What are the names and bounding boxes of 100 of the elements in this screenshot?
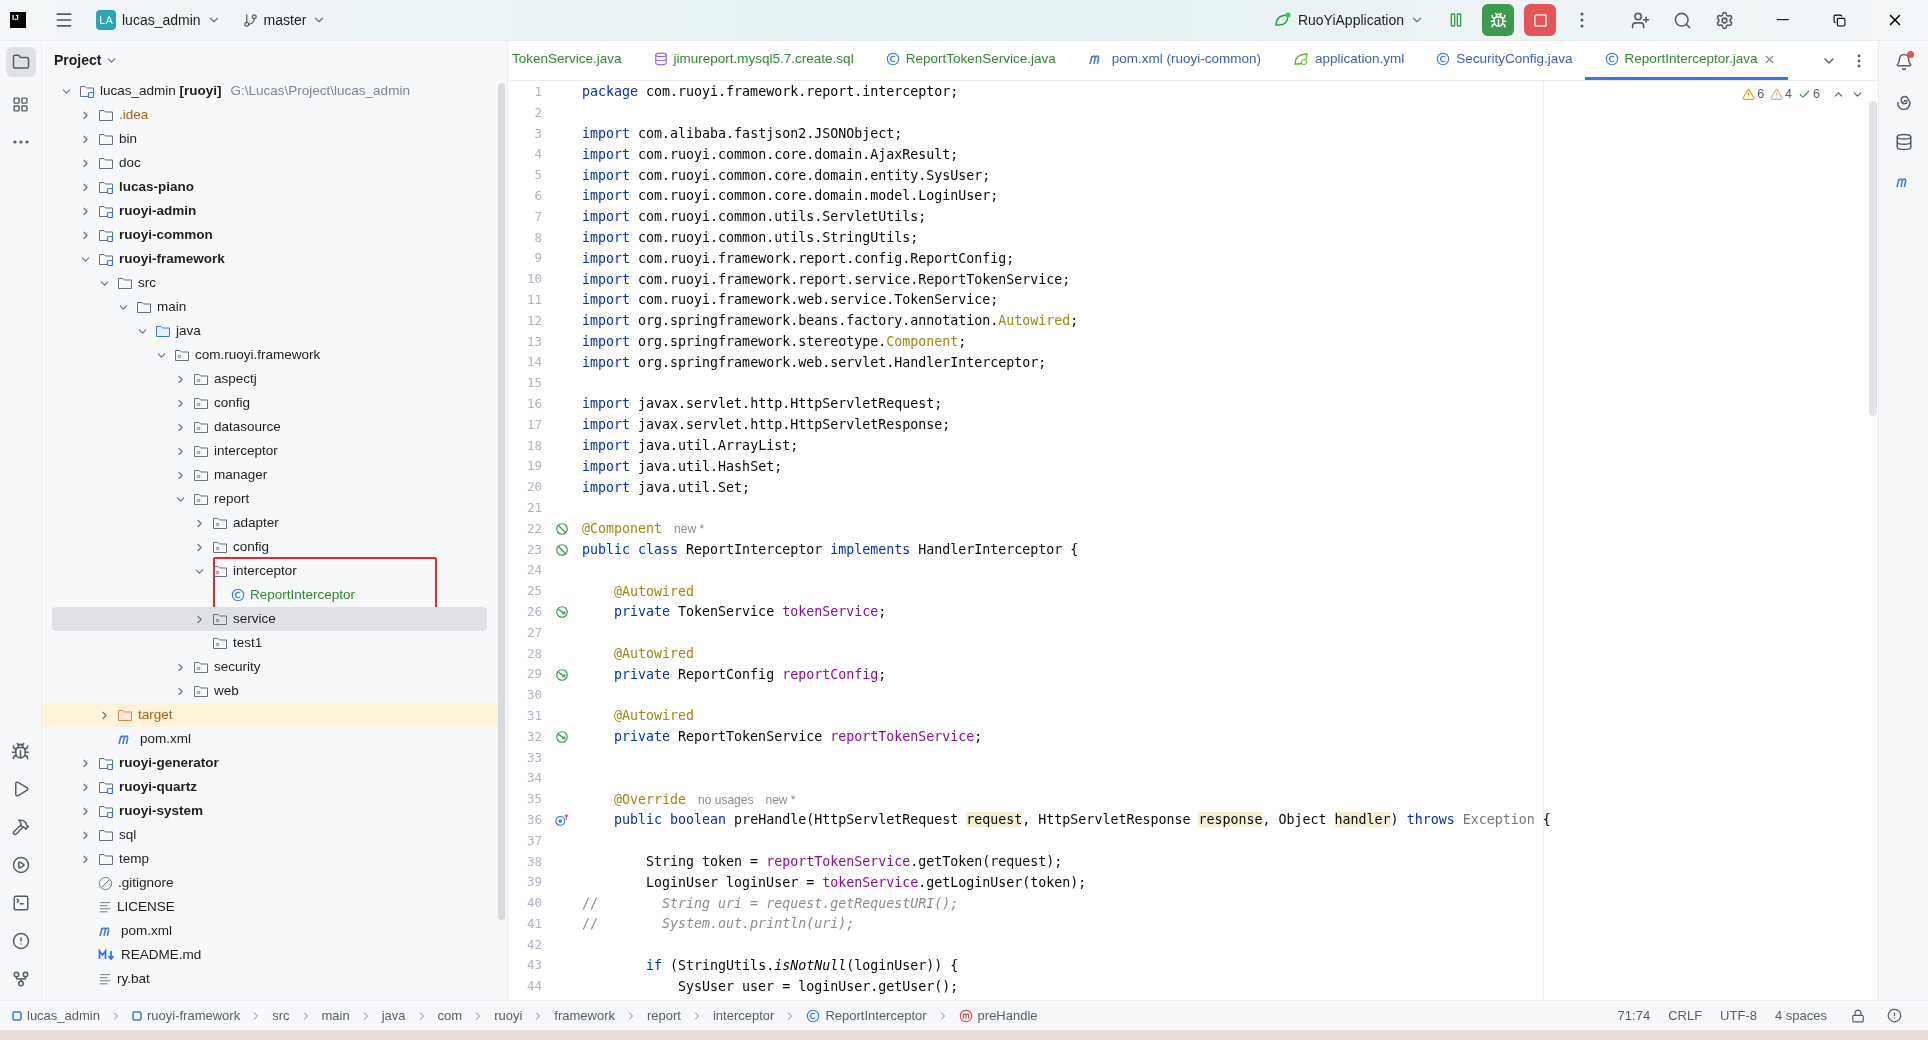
file-encoding[interactable]: UTF-8 <box>1720 1005 1757 1026</box>
tree-row[interactable]: com.ruoyi.framework <box>42 343 497 367</box>
folder-icon <box>11 53 30 71</box>
rerun-button[interactable] <box>1482 4 1514 36</box>
warnings-count[interactable]: 6 <box>1742 85 1765 104</box>
breadcrumb-item[interactable]: interceptor <box>713 1005 775 1026</box>
branch-selector[interactable]: master <box>236 5 333 35</box>
tree-row[interactable]: aspectj <box>42 367 497 391</box>
tree-row[interactable]: ReportInterceptor <box>42 583 435 607</box>
code-line: private ReportConfig reportConfig; <box>613 665 887 684</box>
warning-icon <box>1742 87 1756 101</box>
tree-row[interactable]: ruoyi-system <box>42 799 497 823</box>
line-number: 13 <box>525 332 542 351</box>
breadcrumb-item[interactable]: ruoyi <box>494 1005 523 1026</box>
breadcrumb-item[interactable]: com <box>437 1005 463 1026</box>
tree-row[interactable]: src <box>42 271 497 295</box>
tree-row[interactable]: service <box>52 607 487 631</box>
tree-row[interactable]: lucas_admin [ruoyi] G:\Lucas\Project\lucas_admin <box>42 79 497 103</box>
tree-row[interactable]: test1 <box>42 631 497 655</box>
line-number: 41 <box>525 914 542 933</box>
tree-row[interactable]: ry.bat <box>42 967 497 991</box>
breadcrumb-item[interactable]: ruoyi-framework <box>147 1005 241 1026</box>
spring-leaf-icon <box>1293 52 1309 66</box>
editor-tab[interactable]: jimureport.mysql5.7.create.sql <box>633 41 866 80</box>
project-tool-button[interactable] <box>5 47 36 77</box>
editor-scrollbar-thumb[interactable] <box>1869 101 1877 416</box>
tree-row[interactable]: doc <box>42 151 497 175</box>
tree-row[interactable]: manager <box>42 463 497 487</box>
tree-row[interactable]: config <box>42 535 497 559</box>
line-number: 43 <box>525 956 542 975</box>
tree-row[interactable]: ruoyi-common <box>42 223 497 247</box>
tree-row[interactable]: sql <box>42 823 497 847</box>
tree-row[interactable]: main <box>42 295 497 319</box>
code-line: @Autowired <box>613 582 695 601</box>
breadcrumb-item[interactable]: main <box>321 1005 350 1026</box>
code-line: import com.ruoyi.common.core.domain.AjaxResult; <box>582 145 959 164</box>
tree-row[interactable]: .idea <box>42 103 497 127</box>
tree-label: interceptor <box>233 561 297 580</box>
tree-row[interactable]: .gitignore <box>42 871 497 895</box>
tree-row[interactable]: interceptor <box>42 559 435 583</box>
breadcrumb-item[interactable]: preHandle <box>977 1005 1038 1026</box>
tree-label: ruoyi-generator <box>119 753 219 772</box>
tree-label: temp <box>119 849 149 868</box>
indent-setting[interactable]: 4 spaces <box>1774 1005 1827 1026</box>
weak-warnings-count[interactable]: 4 <box>1770 85 1793 104</box>
tree-row[interactable]: temp <box>42 847 497 871</box>
line-number: 29 <box>525 665 542 684</box>
editor-tab[interactable]: application.yml <box>1273 41 1417 80</box>
editor-tab[interactable]: ReportTokenService.java <box>865 41 1068 80</box>
scrollbar-thumb[interactable] <box>498 83 505 920</box>
tree-row[interactable]: interceptor <box>42 439 497 463</box>
tree-row[interactable]: report <box>42 487 497 511</box>
stop-button[interactable] <box>1524 4 1556 36</box>
editor-tab[interactable]: pom.xml (ruoyi-common) <box>1067 41 1273 80</box>
breadcrumb-item[interactable]: framework <box>554 1005 615 1026</box>
tree-row[interactable]: pom.xml <box>42 919 497 943</box>
tree-row[interactable]: ruoyi-framework <box>42 247 497 271</box>
folder-icon <box>98 827 114 843</box>
code-line: String token = reportTokenService.getToken(request); <box>645 852 1063 871</box>
breadcrumb-item[interactable]: report <box>647 1005 681 1026</box>
tree-row[interactable]: LICENSE <box>42 895 497 919</box>
tree-row[interactable]: adapter <box>42 511 497 535</box>
editor-tab[interactable]: ReportInterceptor.java <box>1584 41 1789 80</box>
tree-row[interactable]: ruoyi-quartz <box>42 775 497 799</box>
menu-icon <box>54 10 74 30</box>
tree-row[interactable]: ruoyi-admin <box>42 199 497 223</box>
tree-row[interactable]: datasource <box>42 415 497 439</box>
tree-row[interactable]: target <box>42 703 497 727</box>
tree-row[interactable]: pom.xml <box>42 727 497 751</box>
class-icon <box>885 52 900 66</box>
tree-row[interactable]: bin <box>42 127 497 151</box>
breadcrumb-item[interactable]: ReportInterceptor <box>825 1005 927 1026</box>
breadcrumb-item[interactable]: java <box>381 1005 406 1026</box>
tree-row[interactable]: config <box>42 391 497 415</box>
minimize-icon <box>1777 19 1789 21</box>
package-icon <box>193 467 209 483</box>
typos-count[interactable]: 6 <box>1798 85 1820 104</box>
tree-row[interactable]: README.md <box>42 943 497 967</box>
code-line: import com.alibaba.fastjson2.JSONObject; <box>582 125 903 143</box>
tree-row[interactable]: lucas-piano <box>42 175 497 199</box>
panel-title[interactable]: Project <box>54 49 102 71</box>
tree-row[interactable]: ruoyi-generator <box>42 751 497 775</box>
injection-icon <box>555 605 569 620</box>
code-line: @Autowired <box>613 644 695 663</box>
structure-icon <box>12 95 29 113</box>
line-separator[interactable]: CRLF <box>1668 1005 1703 1026</box>
caret-position[interactable]: 71:74 <box>1617 1005 1651 1026</box>
editor-tab[interactable]: TokenService.java <box>508 41 634 80</box>
tree-row[interactable]: web <box>42 679 497 703</box>
line-number: 26 <box>525 602 542 621</box>
breadcrumb-item[interactable]: lucas_admin <box>27 1005 100 1026</box>
editor-tab[interactable]: SecurityConfig.java <box>1416 41 1585 80</box>
package-icon <box>212 563 228 579</box>
services-icon <box>11 856 30 874</box>
project-selector[interactable]: LA lucas_admin <box>90 5 227 35</box>
breadcrumb-item[interactable]: src <box>272 1005 290 1026</box>
tree-row[interactable]: security <box>42 655 497 679</box>
run-configuration-selector[interactable]: RuoYiApplication <box>1267 5 1430 35</box>
tree-label: web <box>214 681 239 700</box>
tree-row[interactable]: java <box>42 319 497 343</box>
